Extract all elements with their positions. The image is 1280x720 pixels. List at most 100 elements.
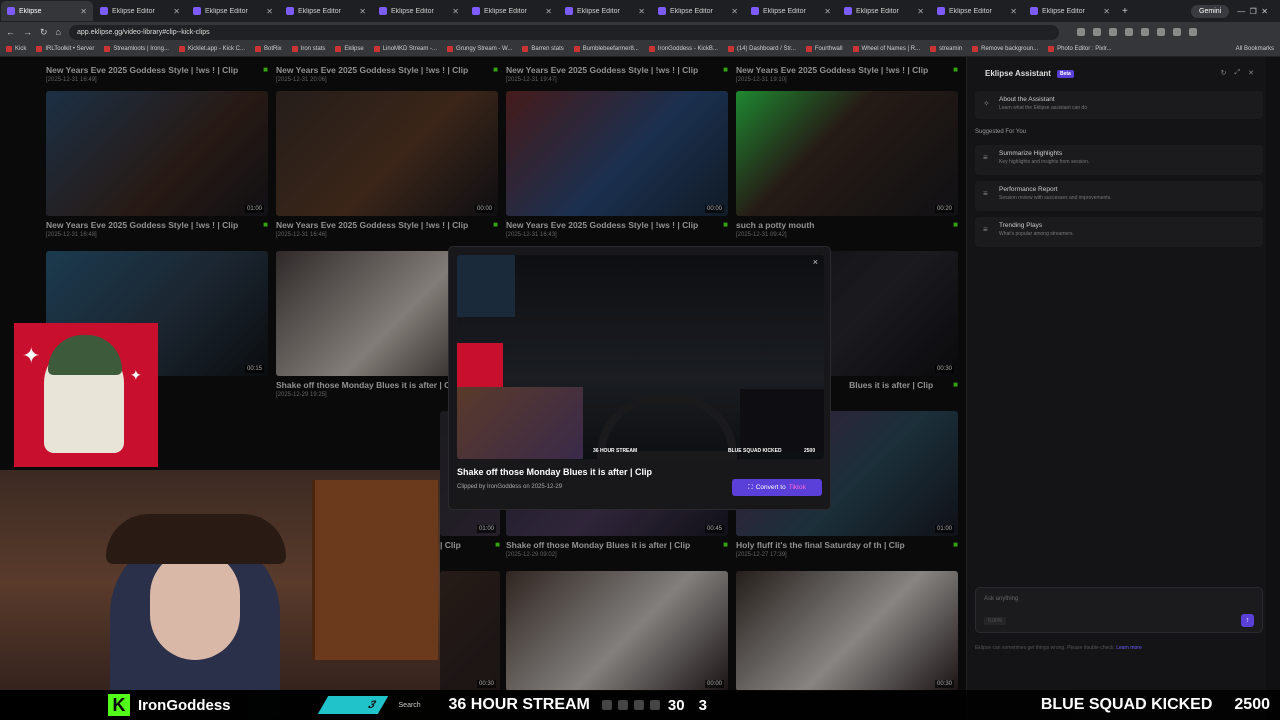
clip-video-player[interactable]: 36 HOUR STREAM BLUE SQUAD KICKED 2500 — [457, 255, 824, 459]
tab-eklipse-editor[interactable]: Eklipse Editor ✕ — [373, 1, 465, 21]
convert-icon: ⛶ — [748, 483, 753, 491]
eklipse-favicon-icon — [193, 7, 201, 15]
bookmark-item[interactable]: Photo Editor : Pixlr... — [1048, 46, 1112, 52]
bookmark-item[interactable]: (14) Dashboard / Str... — [727, 46, 796, 52]
close-modal-button[interactable]: × — [813, 257, 818, 267]
extension-icon[interactable] — [1188, 28, 1197, 36]
bookmark-item[interactable]: Bumblebeefarmer8... — [573, 46, 639, 52]
close-tab-icon[interactable]: ✕ — [266, 7, 273, 16]
taskbar-app-icon[interactable] — [601, 700, 612, 710]
close-tab-icon[interactable]: ✕ — [917, 7, 924, 16]
bookmark-favicon-icon — [447, 46, 454, 52]
extension-icon[interactable] — [1108, 28, 1117, 36]
suggestion-performance-report[interactable]: ≡ Performance Report Session review with… — [975, 181, 1263, 211]
streamer-username: IronGoddess — [138, 696, 231, 714]
close-tab-icon[interactable]: ✕ — [173, 7, 180, 16]
home-icon[interactable]: ⌂ — [56, 27, 61, 37]
bookmark-item[interactable]: Grungy Stream - W... — [447, 46, 512, 52]
tab-label: Eklipse Editor — [205, 7, 248, 15]
bookmark-item[interactable]: Fourthwall — [805, 46, 843, 52]
bookmark-favicon-icon — [335, 46, 342, 52]
tab-eklipse-editor[interactable]: Eklipse Editor ✕ — [280, 1, 372, 21]
back-icon[interactable]: ← — [6, 27, 15, 37]
extension-icon[interactable] — [1172, 28, 1181, 36]
gemini-button[interactable]: Gemini — [1191, 4, 1230, 18]
extension-icon[interactable] — [1140, 28, 1149, 36]
learn-more-link[interactable]: Learn more — [1116, 645, 1142, 651]
close-icon[interactable]: ✕ — [1248, 69, 1254, 77]
close-tab-icon[interactable]: ✕ — [1010, 7, 1017, 16]
close-tab-icon[interactable]: ✕ — [80, 7, 87, 16]
new-tab-button[interactable]: + — [1116, 6, 1134, 17]
convert-to-tiktok-button[interactable]: ⛶ Convert to Tiktok — [732, 479, 822, 496]
bookmark-favicon-icon — [1048, 46, 1055, 52]
extension-icon[interactable] — [1076, 28, 1085, 36]
tab-eklipse-editor[interactable]: Eklipse Editor ✕ — [652, 1, 744, 21]
bookmark-item[interactable]: BotRix — [254, 46, 282, 52]
tab-label: Eklipse Editor — [577, 7, 620, 15]
ask-input-box[interactable]: Ask anything 0.00% ↑ — [975, 587, 1263, 633]
tab-eklipse-editor[interactable]: Eklipse Editor ✕ — [94, 1, 186, 21]
all-bookmarks-button[interactable]: All Bookmarks — [1236, 46, 1274, 52]
ask-input[interactable]: Ask anything — [984, 596, 1018, 602]
extension-icon[interactable] — [1124, 28, 1133, 36]
taskbar-app-icon[interactable] — [649, 700, 660, 710]
tab-eklipse-editor[interactable]: Eklipse Editor ✕ — [559, 1, 651, 21]
bookmark-favicon-icon — [291, 46, 298, 52]
eklipse-favicon-icon — [658, 7, 666, 15]
bookmark-item[interactable]: Kicklet.app - Kick C... — [178, 46, 245, 52]
bookmark-item[interactable]: Remove backgroun... — [972, 46, 1038, 52]
forward-icon[interactable]: → — [23, 27, 32, 37]
bookmark-item[interactable]: Wheel of Names | R... — [852, 46, 920, 52]
tab-eklipse-editor[interactable]: Eklipse Editor ✕ — [745, 1, 837, 21]
bookmark-item[interactable]: Barren stats — [522, 46, 564, 52]
extension-icon[interactable] — [1092, 28, 1101, 36]
close-tab-icon[interactable]: ✕ — [731, 7, 738, 16]
suggestion-summarize-highlights[interactable]: ≡ Summarize Highlights Key highlights an… — [975, 145, 1263, 175]
reload-icon[interactable]: ↻ — [40, 27, 48, 38]
bookmark-favicon-icon — [373, 46, 380, 52]
bookmark-item[interactable]: Kick — [6, 46, 26, 52]
window-controls-icon[interactable]: — ❐ ✕ — [1237, 7, 1268, 16]
taskbar-app-icon[interactable] — [617, 700, 628, 710]
close-tab-icon[interactable]: ✕ — [638, 7, 645, 16]
tab-eklipse-editor[interactable]: Eklipse Editor ✕ — [466, 1, 558, 21]
suggested-heading: Suggested For You — [975, 129, 1027, 135]
about-assistant-card[interactable]: ✧ About the Assistant Learn what the Ekl… — [975, 91, 1263, 119]
close-tab-icon[interactable]: ✕ — [452, 7, 459, 16]
bookmark-item[interactable]: Iron stats — [291, 46, 325, 52]
about-subtitle: Learn what the Eklipse assistant can do — [999, 105, 1088, 111]
tab-eklipse-editor[interactable]: Eklipse Editor ✕ — [931, 1, 1023, 21]
bookmark-item[interactable]: Streamloots | Irong... — [104, 46, 169, 52]
hour-stream-label: 36 HOUR STREAM — [448, 696, 590, 713]
tab-eklipse-editor[interactable]: Eklipse Editor ✕ — [838, 1, 930, 21]
tab-label: Eklipse Editor — [298, 7, 341, 15]
send-button[interactable]: ↑ — [1241, 614, 1254, 627]
expand-icon[interactable]: ⤢ — [1235, 69, 1241, 77]
bookmark-item[interactable]: Eklipse — [335, 46, 364, 52]
close-tab-icon[interactable]: ✕ — [824, 7, 831, 16]
eklipse-favicon-icon — [1030, 7, 1038, 15]
taskbar-app-icon[interactable] — [633, 700, 644, 710]
stream-bottom-bar: K IronGoddess 3 Search 36 HOUR STREAM 30… — [0, 690, 1280, 720]
bookmark-favicon-icon — [573, 46, 580, 52]
streamer-webcam — [0, 470, 440, 720]
overlay-goal-label: 2500 — [804, 448, 816, 454]
bookmark-item[interactable]: LinoMKD Stream -... — [373, 46, 437, 52]
close-tab-icon[interactable]: ✕ — [359, 7, 366, 16]
bookmark-folder[interactable]: streamin — [930, 46, 962, 52]
bookmark-item[interactable]: IronGoddess - KickB... — [648, 46, 718, 52]
taskbar-search[interactable]: Search — [399, 702, 445, 709]
sparkle-icon: ✦ — [130, 367, 142, 383]
suggestion-trending-plays[interactable]: ≡ Trending Plays What's popular among st… — [975, 217, 1263, 247]
tab-eklipse-editor[interactable]: Eklipse Editor ✕ — [187, 1, 279, 21]
tab-eklipse-editor[interactable]: Eklipse Editor ✕ — [1024, 1, 1116, 21]
close-tab-icon[interactable]: ✕ — [1103, 7, 1110, 16]
extension-icon[interactable] — [1156, 28, 1165, 36]
modal-clip-title: Shake off those Monday Blues it is after… — [457, 467, 653, 477]
tab-eklipse[interactable]: Eklipse ✕ — [1, 1, 93, 21]
close-tab-icon[interactable]: ✕ — [545, 7, 552, 16]
refresh-icon[interactable]: ↻ — [1221, 69, 1227, 77]
url-input[interactable]: app.eklipse.gg/video-library#clip--kick-… — [68, 24, 1059, 40]
bookmark-item[interactable]: IRLToolkit • Server — [36, 46, 94, 52]
